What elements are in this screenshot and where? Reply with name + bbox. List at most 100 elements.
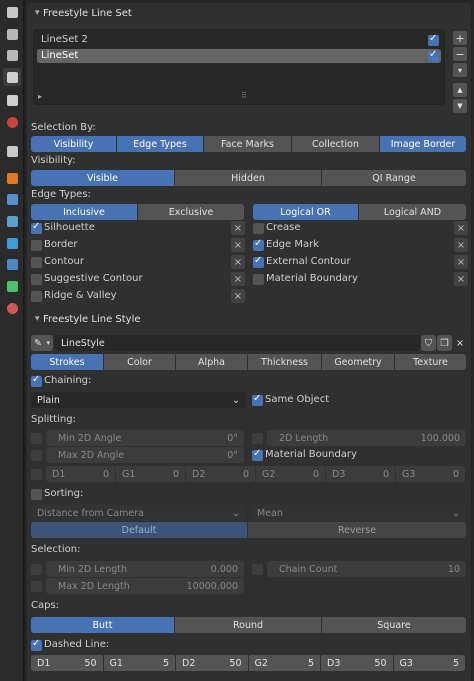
edge-mark-checkbox[interactable]	[253, 238, 264, 251]
select-by-visibility-button[interactable]: Visibility	[31, 136, 116, 152]
world-icon[interactable]	[3, 113, 21, 131]
lineset-panel-header[interactable]: ▾ Freestyle Line Set	[27, 3, 471, 25]
split-d3-field[interactable]: D3 0	[326, 466, 395, 482]
view-layer-icon[interactable]	[3, 68, 21, 86]
border-checkbox[interactable]	[31, 240, 42, 251]
chaining-type-dropdown[interactable]: Plain ⌄	[31, 392, 246, 408]
exclude-border-icon[interactable]: ×	[231, 238, 245, 252]
2d-length-checkbox[interactable]	[252, 433, 263, 444]
material-boundary-checkbox[interactable]	[253, 274, 264, 285]
visibility-visible-button[interactable]: Visible	[31, 170, 174, 186]
sorting-checkbox[interactable]	[31, 489, 42, 500]
collection-icon[interactable]	[3, 142, 21, 160]
list-item[interactable]: LineSet 2	[37, 33, 441, 47]
select-by-edge-types-button[interactable]: Edge Types	[117, 136, 203, 152]
exclude-contour-icon[interactable]: ×	[231, 255, 245, 269]
exclude-edge-mark-icon[interactable]: ×	[454, 238, 468, 252]
chain-count-checkbox[interactable]	[252, 564, 263, 575]
exclude-external-contour-icon[interactable]: ×	[454, 255, 468, 269]
tool-icon[interactable]	[3, 3, 21, 21]
dash-g1-field[interactable]: G1 5	[103, 655, 175, 671]
linestyle-panel-header[interactable]: ▾ Freestyle Line Style	[27, 309, 471, 331]
move-up-button[interactable]: ▲	[453, 83, 467, 97]
unlink-linestyle-button[interactable]: ×	[453, 335, 467, 351]
dash-d1-field[interactable]: D1 50	[31, 655, 103, 671]
linestyle-name-field[interactable]: LineStyle	[55, 335, 420, 351]
min-2d-angle-checkbox[interactable]	[31, 433, 42, 444]
exclude-suggestive-contour-icon[interactable]: ×	[231, 272, 245, 286]
exclude-crease-icon[interactable]: ×	[454, 221, 468, 235]
inclusive-button[interactable]: Inclusive	[31, 204, 137, 220]
sort-default-button[interactable]: Default	[31, 522, 247, 538]
list-item[interactable]: LineSet	[37, 49, 441, 63]
exclude-silhouette-icon[interactable]: ×	[231, 221, 245, 235]
constraints-icon[interactable]	[3, 255, 21, 273]
caps-round-button[interactable]: Round	[175, 617, 321, 633]
tab-strokes[interactable]: Strokes	[31, 354, 103, 370]
tab-geometry[interactable]: Geometry	[322, 354, 394, 370]
suggestive-contour-checkbox[interactable]	[31, 274, 42, 285]
render-icon[interactable]	[3, 25, 21, 43]
max-2d-length-checkbox[interactable]	[31, 581, 42, 592]
logical-or-button[interactable]: Logical OR	[253, 204, 358, 220]
max-2d-angle-field[interactable]: Max 2D Angle 0°	[46, 447, 244, 463]
output-icon[interactable]	[3, 46, 21, 64]
dash-g3-field[interactable]: G3 5	[393, 655, 465, 671]
caps-square-button[interactable]: Square	[322, 617, 466, 633]
2d-length-field[interactable]: 2D Length 100.000	[267, 430, 466, 446]
min-2d-length-checkbox[interactable]	[31, 564, 42, 575]
object-icon[interactable]	[3, 169, 21, 187]
split-pattern-checkbox[interactable]	[31, 469, 42, 480]
menu-chevron-icon[interactable]: ▾	[453, 63, 467, 77]
dash-d3-field[interactable]: D3 50	[321, 655, 393, 671]
material-icon[interactable]	[3, 299, 21, 317]
dash-g2-field[interactable]: G2 5	[248, 655, 320, 671]
tab-alpha[interactable]: Alpha	[176, 354, 247, 370]
sort-reverse-button[interactable]: Reverse	[248, 522, 466, 538]
dash-d2-field[interactable]: D2 50	[176, 655, 248, 671]
min-2d-angle-field[interactable]: Min 2D Angle 0°	[46, 430, 244, 446]
particles-icon[interactable]	[3, 212, 21, 230]
tab-texture[interactable]: Texture	[395, 354, 466, 370]
linestyle-browse-button[interactable]: ✎ ▾	[31, 335, 53, 351]
crease-checkbox[interactable]	[253, 223, 264, 234]
data-icon[interactable]	[3, 277, 21, 295]
exclusive-button[interactable]: Exclusive	[138, 204, 244, 220]
same-object-checkbox[interactable]	[252, 393, 263, 406]
split-g3-field[interactable]: G3 0	[396, 466, 465, 482]
select-by-collection-button[interactable]: Collection	[292, 136, 379, 152]
move-down-button[interactable]: ▼	[453, 99, 467, 113]
select-by-image-border-button[interactable]: Image Border	[380, 136, 466, 152]
chaining-checkbox[interactable]	[31, 374, 42, 387]
split-g2-field[interactable]: G2 0	[256, 466, 325, 482]
dashed-line-checkbox[interactable]	[31, 638, 42, 651]
tab-color[interactable]: Color	[104, 354, 175, 370]
external-contour-checkbox[interactable]	[253, 255, 264, 268]
duplicate-linestyle-button[interactable]: ❐	[437, 335, 452, 351]
select-by-face-marks-button[interactable]: Face Marks	[204, 136, 291, 152]
physics-icon[interactable]	[3, 234, 21, 252]
ridge-valley-checkbox[interactable]	[31, 291, 42, 302]
visibility-qi-range-button[interactable]: QI Range	[322, 170, 466, 186]
sort-key-dropdown[interactable]: Distance from Camera ⌄	[31, 505, 246, 521]
fake-user-button[interactable]: ⛉	[421, 335, 436, 351]
add-lineset-button[interactable]: +	[453, 31, 467, 45]
scene-icon[interactable]	[3, 91, 21, 109]
expand-icon[interactable]: ▸	[38, 92, 42, 101]
contour-checkbox[interactable]	[31, 257, 42, 268]
max-2d-angle-checkbox[interactable]	[31, 450, 42, 461]
split-d2-field[interactable]: D2 0	[186, 466, 255, 482]
visibility-hidden-button[interactable]: Hidden	[175, 170, 321, 186]
silhouette-checkbox[interactable]	[31, 221, 42, 234]
exclude-ridge-valley-icon[interactable]: ×	[231, 289, 245, 303]
max-2d-length-field[interactable]: Max 2D Length 10000.000	[46, 578, 244, 594]
logical-and-button[interactable]: Logical AND	[359, 204, 466, 220]
resize-grip-icon[interactable]: ⠿	[241, 91, 247, 100]
remove-lineset-button[interactable]: −	[453, 47, 467, 61]
caps-butt-button[interactable]: Butt	[31, 617, 174, 633]
modifier-icon[interactable]	[3, 190, 21, 208]
split-material-boundary-checkbox[interactable]	[252, 448, 263, 461]
split-d1-field[interactable]: D1 0	[46, 466, 115, 482]
exclude-material-boundary-icon[interactable]: ×	[454, 272, 468, 286]
lineset-enable-checkbox[interactable]	[428, 33, 439, 46]
